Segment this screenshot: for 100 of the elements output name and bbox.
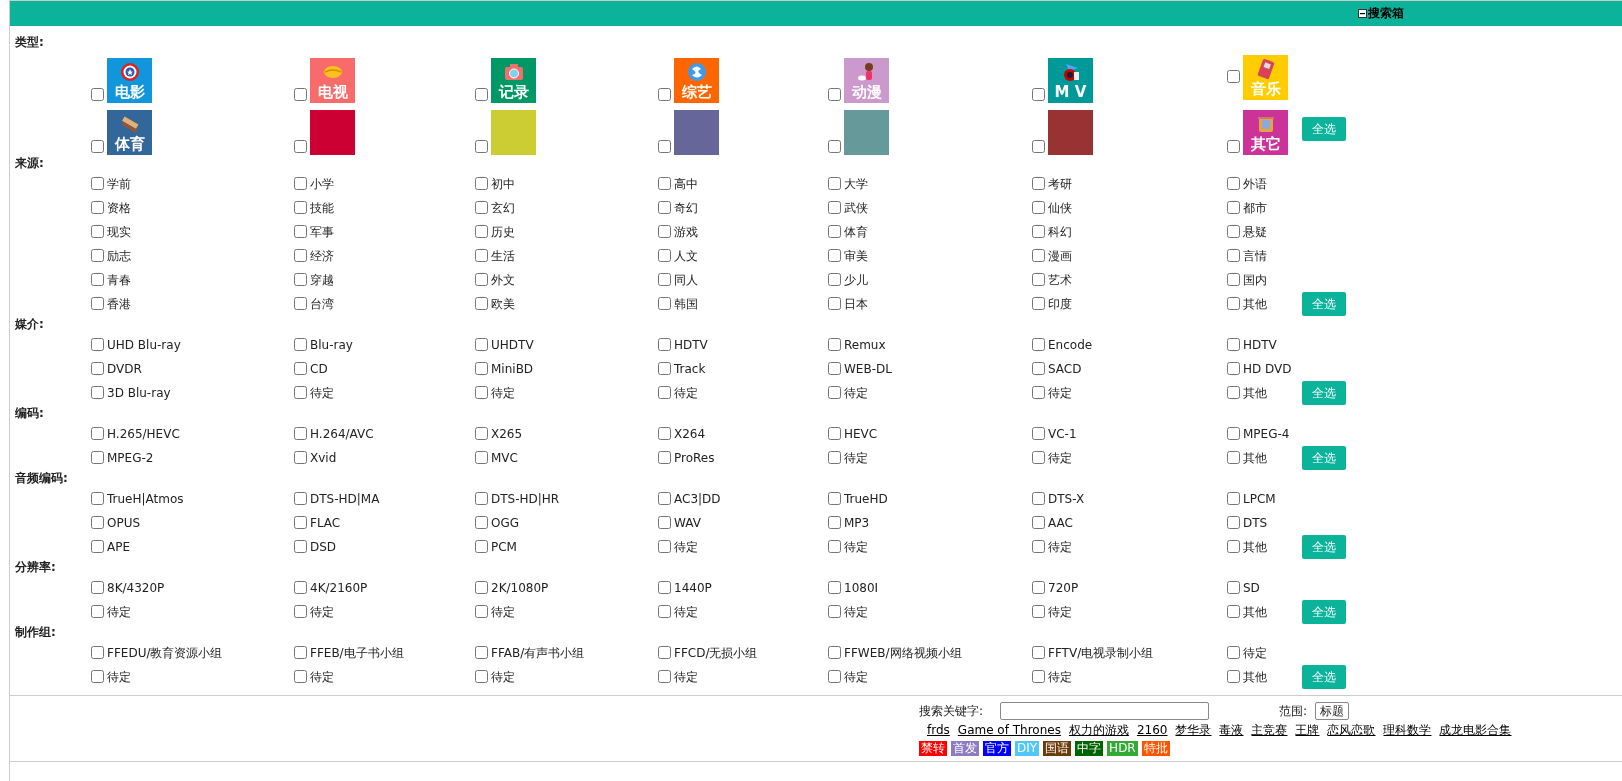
checkbox[interactable] [91, 248, 104, 262]
checkbox[interactable] [1032, 645, 1045, 659]
option-label[interactable]: 科幻 [1048, 223, 1072, 241]
option-label[interactable]: 艺术 [1048, 271, 1072, 289]
checkbox[interactable] [828, 645, 841, 659]
option-label[interactable]: H.265/HEVC [107, 427, 180, 441]
checkbox[interactable] [294, 539, 307, 553]
collapse-icon[interactable] [1358, 9, 1367, 18]
keyword-link[interactable]: 成龙电影合集 [1439, 721, 1512, 739]
checkbox[interactable] [1227, 385, 1240, 399]
keyword-link[interactable]: 理科数学 [1383, 721, 1432, 739]
keyword-field[interactable] [1000, 702, 1210, 720]
option-label[interactable]: FLAC [310, 516, 341, 530]
checkbox[interactable] [294, 176, 307, 190]
option-label[interactable]: MPEG-4 [1243, 427, 1290, 441]
option-label[interactable]: 小学 [310, 175, 334, 193]
option-label[interactable]: X265 [491, 427, 523, 441]
option-label[interactable]: OPUS [107, 516, 141, 530]
checkbox[interactable] [658, 580, 671, 594]
tag[interactable]: 禁转 [919, 741, 947, 756]
checkbox[interactable] [294, 224, 307, 238]
option-label[interactable]: 3D Blu-ray [107, 386, 171, 400]
checkbox[interactable] [1032, 272, 1045, 286]
checkbox[interactable] [91, 200, 104, 214]
option-label[interactable]: FFAB/有声书小组 [491, 644, 585, 662]
option-label[interactable]: 经济 [310, 247, 334, 265]
checkbox[interactable] [91, 450, 104, 464]
checkbox[interactable] [1227, 224, 1240, 238]
checkbox[interactable] [294, 580, 307, 594]
keyword-link[interactable]: frds [927, 723, 950, 737]
option-label[interactable]: 待定 [1048, 449, 1072, 467]
checkbox[interactable] [294, 248, 307, 262]
checkbox[interactable] [294, 669, 307, 683]
option-label[interactable]: 外文 [491, 271, 515, 289]
checkbox[interactable] [475, 272, 488, 286]
checkbox[interactable] [658, 426, 671, 440]
checkbox[interactable] [1032, 140, 1045, 153]
checkbox[interactable] [828, 580, 841, 594]
checkbox[interactable] [1227, 200, 1240, 214]
checkbox[interactable] [294, 450, 307, 464]
checkbox[interactable] [91, 604, 104, 618]
category-tile[interactable]: 记录 [491, 58, 536, 103]
option-label[interactable]: TrueH|Atmos [107, 492, 184, 506]
checkbox[interactable] [1227, 604, 1240, 618]
checkbox[interactable] [658, 604, 671, 618]
checkbox[interactable] [1032, 361, 1045, 375]
option-label[interactable]: 历史 [491, 223, 515, 241]
option-label[interactable]: AAC [1048, 516, 1073, 530]
option-label[interactable]: 奇幻 [674, 199, 698, 217]
checkbox[interactable] [1227, 69, 1240, 83]
category-tile[interactable]: 其它 [1243, 110, 1288, 155]
checkbox[interactable] [1032, 515, 1045, 529]
option-label[interactable]: 720P [1048, 581, 1079, 595]
option-label[interactable]: HDTV [674, 338, 708, 352]
option-label[interactable]: 游戏 [674, 223, 698, 241]
option-label[interactable]: 待定 [844, 384, 868, 402]
category-tile[interactable] [844, 110, 889, 155]
option-label[interactable]: TrueHD [844, 492, 888, 506]
checkbox[interactable] [91, 361, 104, 375]
option-label[interactable]: 待定 [674, 538, 698, 556]
option-label[interactable]: 待定 [1048, 603, 1072, 621]
tag[interactable]: 官方 [983, 741, 1011, 756]
checkbox[interactable] [828, 176, 841, 190]
checkbox[interactable] [658, 272, 671, 286]
option-label[interactable]: 香港 [107, 295, 131, 313]
option-label[interactable]: HDTV [1243, 338, 1277, 352]
option-label[interactable]: 审美 [844, 247, 868, 265]
checkbox[interactable] [294, 515, 307, 529]
checkbox[interactable] [475, 491, 488, 505]
category-tile[interactable] [310, 110, 355, 155]
checkbox[interactable] [828, 669, 841, 683]
checkbox[interactable] [294, 140, 307, 153]
checkbox[interactable] [91, 385, 104, 399]
option-label[interactable]: Xvid [310, 451, 337, 465]
option-label[interactable]: 学前 [107, 175, 131, 193]
checkbox[interactable] [475, 88, 488, 101]
option-label[interactable]: SACD [1048, 362, 1082, 376]
option-label[interactable]: DVDR [107, 362, 142, 376]
checkbox[interactable] [1227, 361, 1240, 375]
checkbox[interactable] [828, 361, 841, 375]
option-label[interactable]: 体育 [844, 223, 868, 241]
checkbox[interactable] [91, 539, 104, 553]
checkbox[interactable] [294, 604, 307, 618]
checkbox[interactable] [658, 491, 671, 505]
checkbox[interactable] [475, 361, 488, 375]
checkbox[interactable] [294, 272, 307, 286]
option-label[interactable]: FFCD/无损小组 [674, 644, 758, 662]
checkbox[interactable] [658, 296, 671, 310]
checkbox[interactable] [1227, 248, 1240, 262]
checkbox[interactable] [294, 337, 307, 351]
checkbox[interactable] [1032, 224, 1045, 238]
option-label[interactable]: MiniBD [491, 362, 534, 376]
option-label[interactable]: 其他 [1243, 295, 1267, 313]
option-label[interactable]: LPCM [1243, 492, 1276, 506]
category-tile[interactable] [491, 110, 536, 155]
keyword-link[interactable]: 恋风恋歌 [1327, 721, 1376, 739]
option-label[interactable]: UHDTV [491, 338, 534, 352]
option-label[interactable]: 待定 [1048, 668, 1072, 686]
option-label[interactable]: 1440P [674, 581, 712, 595]
option-label[interactable]: 待定 [107, 603, 131, 621]
